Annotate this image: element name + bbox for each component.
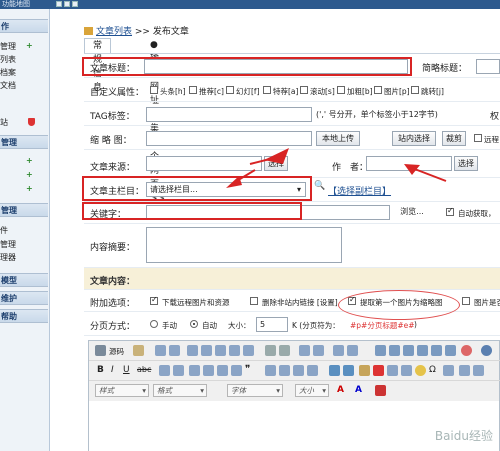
underline-icon[interactable]: U [123, 365, 130, 375]
arrow-to-author-shaft [411, 167, 447, 182]
decrease-indent-icon[interactable] [217, 365, 228, 376]
editor-toolbar-row-2: B I U abc ❞ Ω [89, 361, 500, 381]
preview-icon[interactable] [169, 345, 180, 356]
anchor-icon[interactable] [481, 345, 492, 356]
subscript-icon[interactable] [159, 365, 170, 376]
outdent-icon[interactable] [403, 345, 414, 356]
link-icon[interactable] [329, 365, 340, 376]
font-dropdown[interactable]: 字体 [227, 384, 283, 397]
numbered-list-icon[interactable] [375, 345, 386, 356]
superscript-icon[interactable] [173, 365, 184, 376]
strike-icon[interactable]: abc [137, 365, 151, 374]
size-dropdown[interactable]: 大小 [295, 384, 329, 397]
unordered-icon[interactable] [203, 365, 214, 376]
italic-icon[interactable]: I [111, 365, 114, 375]
blockquote-icon[interactable] [431, 345, 442, 356]
ordered-icon[interactable] [189, 365, 200, 376]
paste-icon[interactable] [215, 345, 226, 356]
format-dropdown[interactable]: 格式 [153, 384, 207, 397]
bg-color-icon[interactable]: A [355, 385, 362, 395]
unlink-icon[interactable] [343, 365, 354, 376]
image-icon[interactable] [359, 365, 370, 376]
select-all-icon[interactable] [333, 345, 344, 356]
increase-indent-icon[interactable] [231, 365, 242, 376]
copy-icon[interactable] [201, 345, 212, 356]
new-page-icon[interactable] [155, 345, 166, 356]
editor-toolbar-row-3: 样式 格式 字体 大小 A A [89, 381, 500, 401]
flash-icon[interactable] [461, 345, 472, 356]
source-label[interactable]: 源码 [109, 346, 124, 357]
smiley-icon[interactable] [415, 365, 426, 376]
div-icon[interactable] [445, 345, 456, 356]
align-right-icon[interactable] [293, 365, 304, 376]
redo-icon[interactable] [279, 345, 290, 356]
bold-icon[interactable]: B [97, 365, 104, 375]
find-icon[interactable] [299, 345, 310, 356]
paste-text-icon[interactable] [229, 345, 240, 356]
arrow-to-column [226, 176, 242, 188]
quote-icon[interactable]: ❞ [245, 364, 250, 375]
watermark: Baidu经验 [434, 429, 493, 443]
editor-toolbar-row-1: 源码 [89, 341, 500, 361]
horizontal-rule-icon[interactable] [401, 365, 412, 376]
maximize-icon[interactable] [473, 365, 484, 376]
justify-icon[interactable] [307, 365, 318, 376]
style-dropdown[interactable]: 样式 [95, 384, 149, 397]
bulleted-list-icon[interactable] [389, 345, 400, 356]
align-left-icon[interactable] [265, 365, 276, 376]
replace-icon[interactable] [313, 345, 324, 356]
pdf-icon[interactable] [375, 385, 386, 396]
cut-icon[interactable] [187, 345, 198, 356]
align-center-icon[interactable] [279, 365, 290, 376]
undo-icon[interactable] [265, 345, 276, 356]
indent-icon[interactable] [417, 345, 428, 356]
table-icon[interactable] [387, 365, 398, 376]
code-icon[interactable] [459, 365, 470, 376]
source-icon[interactable] [95, 345, 106, 356]
rich-text-editor: 源码 B I U abc ❞ Ω 样式 格式 字体 大小 A A B [88, 340, 500, 451]
template-icon[interactable] [133, 345, 144, 356]
text-color-icon[interactable]: A [337, 385, 344, 395]
remove-format-icon[interactable] [347, 345, 358, 356]
page-break-icon[interactable] [443, 365, 454, 376]
paste-word-icon[interactable] [243, 345, 254, 356]
special-char-icon[interactable]: Ω [429, 365, 436, 375]
flash-media-icon[interactable] [373, 365, 384, 376]
